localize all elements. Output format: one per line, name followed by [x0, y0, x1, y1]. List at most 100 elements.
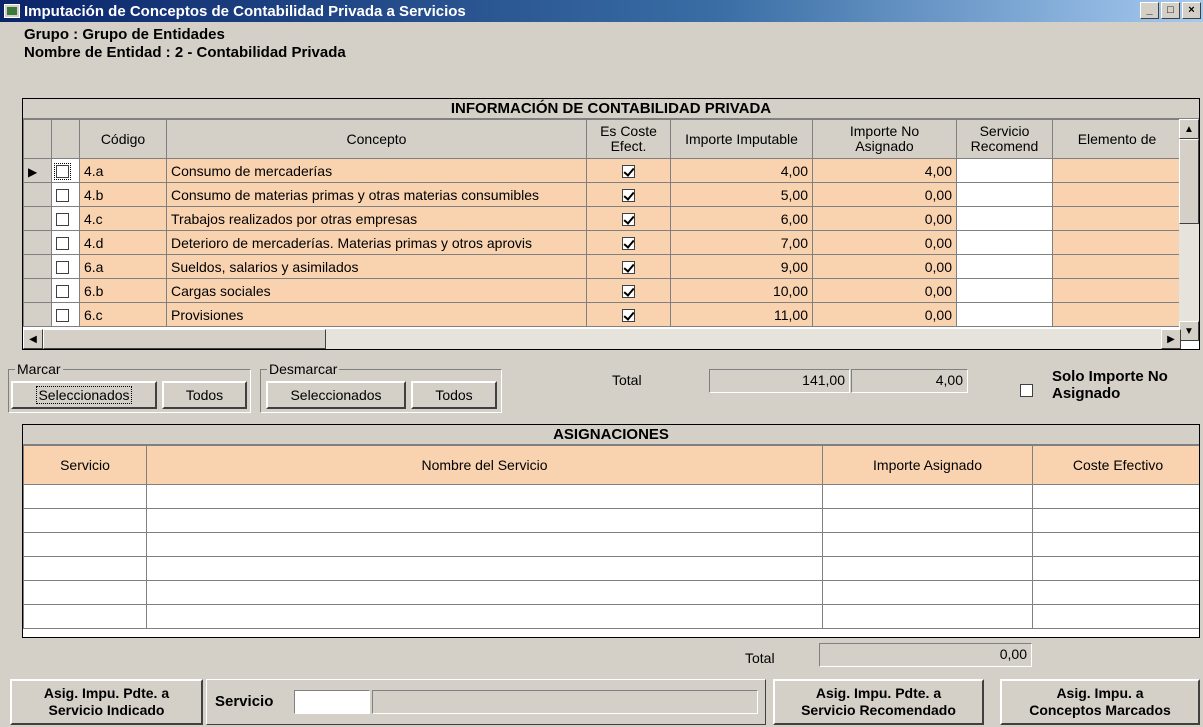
vertical-scrollbar[interactable]: ▲ ▼ — [1179, 119, 1199, 341]
col-elemento[interactable]: Elemento de — [1052, 119, 1182, 159]
cell-servicio[interactable] — [956, 182, 1053, 207]
asignaciones-grid[interactable]: ASIGNACIONES Servicio Nombre del Servici… — [22, 424, 1200, 638]
table-row[interactable] — [23, 508, 1199, 533]
es-coste-checkbox[interactable] — [586, 182, 671, 207]
cell-concepto[interactable]: Provisiones — [166, 302, 587, 327]
cell-imputable[interactable]: 10,00 — [670, 278, 813, 303]
row-checkbox[interactable] — [51, 254, 80, 279]
es-coste-checkbox[interactable] — [586, 158, 671, 183]
row-checkbox[interactable] — [51, 302, 80, 327]
cell-elemento[interactable] — [1052, 254, 1182, 279]
table-row[interactable]: 4.d Deterioro de mercaderías. Materias p… — [23, 230, 1182, 255]
cell-concepto[interactable]: Trabajos realizados por otras empresas — [166, 206, 587, 231]
cell-imputable[interactable]: 4,00 — [670, 158, 813, 183]
cell-imputable[interactable]: 6,00 — [670, 206, 813, 231]
cell-elemento[interactable] — [1052, 158, 1182, 183]
minimize-button[interactable]: _ — [1140, 2, 1159, 19]
scroll-up-icon[interactable]: ▲ — [1179, 119, 1199, 139]
table-row[interactable] — [23, 556, 1199, 581]
cell-elemento[interactable] — [1052, 278, 1182, 303]
es-coste-checkbox[interactable] — [586, 206, 671, 231]
cell-no-asignado[interactable]: 0,00 — [812, 230, 957, 255]
scroll-down-icon[interactable]: ▼ — [1179, 321, 1199, 341]
maximize-button[interactable]: □ — [1161, 2, 1180, 19]
cell-codigo[interactable]: 6.a — [79, 254, 167, 279]
cell-codigo[interactable]: 4.c — [79, 206, 167, 231]
asig-servicio-recomendado-button[interactable]: Asig. Impu. Pdte. a Servicio Recomendado — [773, 679, 984, 725]
cell-no-asignado[interactable]: 0,00 — [812, 182, 957, 207]
close-button[interactable]: × — [1182, 2, 1201, 19]
cell-elemento[interactable] — [1052, 182, 1182, 207]
horizontal-scroll-thumb[interactable] — [43, 329, 326, 349]
es-coste-checkbox[interactable] — [586, 302, 671, 327]
col-importe-no-asignado[interactable]: Importe No Asignado — [812, 119, 957, 159]
es-coste-checkbox[interactable] — [586, 254, 671, 279]
es-coste-checkbox[interactable] — [586, 230, 671, 255]
solo-importe-checkbox[interactable] — [1020, 381, 1033, 397]
col-es-coste[interactable]: Es Coste Efect. — [586, 119, 671, 159]
scroll-left-icon[interactable]: ◀ — [23, 329, 43, 349]
cell-servicio[interactable] — [956, 206, 1053, 231]
col-servicio[interactable]: Servicio — [23, 445, 147, 485]
cell-codigo[interactable]: 4.d — [79, 230, 167, 255]
table-row[interactable] — [23, 484, 1199, 509]
marcar-todos-button[interactable]: Todos — [162, 381, 247, 409]
row-checkbox[interactable] — [51, 230, 80, 255]
col-servicio-recomend[interactable]: Servicio Recomend — [956, 119, 1053, 159]
col-importe-imputable[interactable]: Importe Imputable — [670, 119, 813, 159]
cell-imputable[interactable]: 7,00 — [670, 230, 813, 255]
cell-codigo[interactable]: 4.b — [79, 182, 167, 207]
desmarcar-seleccionados-button[interactable]: Seleccionados — [266, 381, 406, 409]
cell-elemento[interactable] — [1052, 230, 1182, 255]
col-concepto[interactable]: Concepto — [166, 119, 587, 159]
marcar-seleccionados-button[interactable]: Seleccionados — [11, 381, 157, 409]
table-row[interactable]: 6.a Sueldos, salarios y asimilados 9,00 … — [23, 254, 1182, 279]
cell-imputable[interactable]: 9,00 — [670, 254, 813, 279]
desmarcar-todos-button[interactable]: Todos — [411, 381, 497, 409]
cell-concepto[interactable]: Deterioro de mercaderías. Materias prima… — [166, 230, 587, 255]
table-row[interactable] — [23, 580, 1199, 605]
horizontal-scrollbar[interactable]: ◀ ▶ — [23, 329, 1181, 349]
cell-servicio[interactable] — [956, 158, 1053, 183]
scroll-right-icon[interactable]: ▶ — [1161, 329, 1181, 349]
col-coste-efectivo[interactable]: Coste Efectivo — [1032, 445, 1199, 485]
cell-concepto[interactable]: Consumo de materias primas y otras mater… — [166, 182, 587, 207]
contabilidad-grid[interactable]: INFORMACIÓN DE CONTABILIDAD PRIVADA Códi… — [22, 98, 1200, 350]
vertical-scroll-thumb[interactable] — [1179, 139, 1199, 224]
cell-codigo[interactable]: 4.a — [79, 158, 167, 183]
cell-no-asignado[interactable]: 0,00 — [812, 278, 957, 303]
asig-conceptos-marcados-button[interactable]: Asig. Impu. a Conceptos Marcados — [1000, 679, 1200, 725]
cell-servicio[interactable] — [956, 278, 1053, 303]
cell-servicio[interactable] — [956, 302, 1053, 327]
table-row[interactable]: ▶ 4.a Consumo de mercaderías 4,00 4,00 — [23, 158, 1182, 183]
table-row[interactable]: 4.c Trabajos realizados por otras empres… — [23, 206, 1182, 231]
row-checkbox[interactable] — [51, 278, 80, 303]
cell-codigo[interactable]: 6.b — [79, 278, 167, 303]
col-importe-asignado[interactable]: Importe Asignado — [822, 445, 1033, 485]
cell-no-asignado[interactable]: 0,00 — [812, 206, 957, 231]
app-icon[interactable] — [4, 4, 20, 18]
cell-no-asignado[interactable]: 4,00 — [812, 158, 957, 183]
table-row[interactable] — [23, 532, 1199, 557]
es-coste-checkbox[interactable] — [586, 278, 671, 303]
servicio-code-input[interactable] — [294, 690, 370, 714]
asig-servicio-indicado-button[interactable]: Asig. Impu. Pdte. a Servicio Indicado — [10, 679, 203, 725]
cell-concepto[interactable]: Cargas sociales — [166, 278, 587, 303]
cell-concepto[interactable]: Sueldos, salarios y asimilados — [166, 254, 587, 279]
cell-servicio[interactable] — [956, 230, 1053, 255]
col-nombre-servicio[interactable]: Nombre del Servicio — [146, 445, 823, 485]
table-row[interactable]: 6.c Provisiones 11,00 0,00 — [23, 302, 1182, 327]
cell-servicio[interactable] — [956, 254, 1053, 279]
cell-imputable[interactable]: 5,00 — [670, 182, 813, 207]
table-row[interactable] — [23, 604, 1199, 629]
row-checkbox[interactable] — [51, 206, 80, 231]
table-row[interactable]: 6.b Cargas sociales 10,00 0,00 — [23, 278, 1182, 303]
solo-importe-label[interactable]: Solo Importe No Asignado — [1052, 368, 1168, 402]
cell-concepto[interactable]: Consumo de mercaderías — [166, 158, 587, 183]
table-row[interactable]: 4.b Consumo de materias primas y otras m… — [23, 182, 1182, 207]
cell-elemento[interactable] — [1052, 302, 1182, 327]
cell-imputable[interactable]: 11,00 — [670, 302, 813, 327]
col-codigo[interactable]: Código — [79, 119, 167, 159]
cell-elemento[interactable] — [1052, 206, 1182, 231]
cell-codigo[interactable]: 6.c — [79, 302, 167, 327]
